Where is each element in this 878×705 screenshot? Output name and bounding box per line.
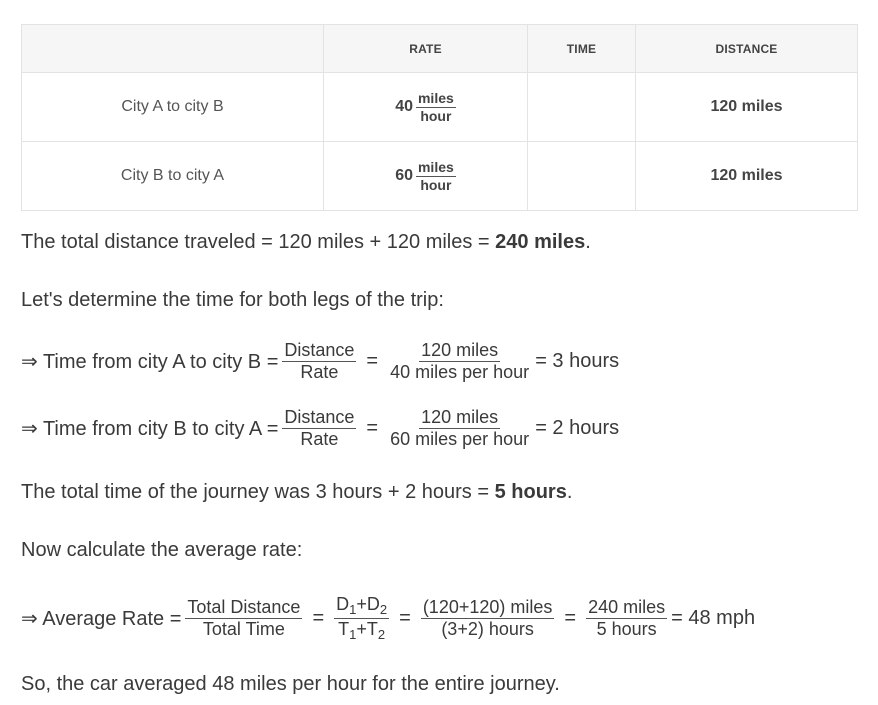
- time-cell: [527, 72, 636, 142]
- rate-value: 40: [395, 98, 413, 115]
- table-row: City B to city A 60 miles hour 120 miles: [21, 141, 858, 211]
- rate-cell: 60 miles hour: [323, 141, 528, 211]
- total-distance-line: The total distance traveled = 120 miles …: [21, 231, 591, 253]
- time-cell: [527, 141, 636, 211]
- average-rate-equation: ⇒ Average Rate = Total Distance Total Tim…: [21, 594, 756, 642]
- conclusion: So, the car averaged 48 miles per hour f…: [21, 673, 560, 695]
- total-time-line: The total time of the journey was 3 hour…: [21, 481, 573, 503]
- time-intro: Let's determine the time for both legs o…: [21, 289, 444, 311]
- avg-intro: Now calculate the average rate:: [21, 539, 303, 561]
- rate-unit: miles hour: [415, 90, 456, 124]
- leg-cell: City A to city B: [21, 72, 324, 142]
- distance-cell: 120 miles: [635, 72, 858, 142]
- leg-cell: City B to city A: [21, 141, 324, 211]
- trip-table: RATE TIME DISTANCE City A to city B 40 m…: [21, 24, 858, 211]
- header-rate: RATE: [323, 24, 528, 73]
- table-header-row: RATE TIME DISTANCE: [21, 24, 858, 73]
- rate-cell: 40 miles hour: [323, 72, 528, 142]
- time-a-equation: ⇒ Time from city A to city B = Distance R…: [21, 340, 620, 382]
- rate-value: 60: [395, 167, 413, 184]
- distance-cell: 120 miles: [635, 141, 858, 211]
- time-b-equation: ⇒ Time from city B to city A = Distance R…: [21, 407, 620, 449]
- rate-unit: miles hour: [415, 159, 456, 193]
- header-blank: [21, 24, 324, 73]
- header-time: TIME: [527, 24, 636, 73]
- header-distance: DISTANCE: [635, 24, 858, 73]
- table-row: City A to city B 40 miles hour 120 miles: [21, 72, 858, 142]
